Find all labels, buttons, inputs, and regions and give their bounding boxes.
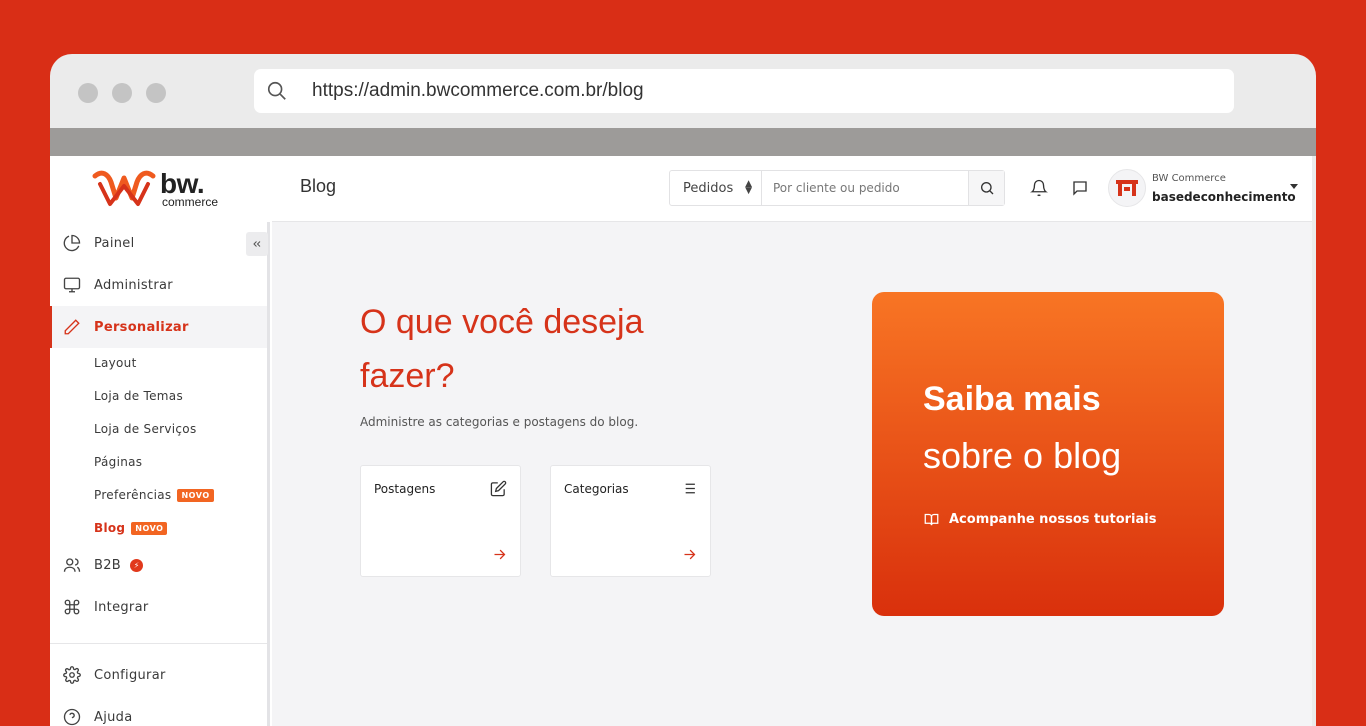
arrow-right-icon[interactable]: [492, 547, 507, 562]
active-indicator: [50, 306, 52, 348]
search-icon: [267, 81, 286, 100]
sidebar-item-label: B2B: [94, 557, 122, 573]
avatar[interactable]: [1108, 169, 1146, 207]
card-title: Postagens: [374, 482, 436, 496]
sidebar-scroll-edge: [267, 222, 270, 726]
user-name[interactable]: basedeconhecimento: [1152, 190, 1296, 204]
sidebar-item-label: Configurar: [94, 667, 166, 683]
caret-down-icon[interactable]: [1290, 184, 1298, 189]
sidebar-subitem-label: Preferências: [94, 488, 172, 502]
sidebar-subitem-label: Layout: [94, 356, 137, 370]
search-icon: [980, 182, 993, 195]
sidebar-item-label: Integrar: [94, 599, 149, 615]
new-badge: NOVO: [177, 488, 214, 502]
tutorials-link-label: Acompanhe nossos tutoriais: [949, 512, 1157, 527]
sidebar-item-personalizar[interactable]: Personalizar: [50, 306, 267, 348]
logo-tagline: commerce: [162, 195, 219, 209]
new-badge: NOVO: [131, 521, 168, 535]
sidebar-item-administrar[interactable]: Administrar: [50, 264, 267, 306]
subtitle: Administre as categorias e postagens do …: [360, 415, 639, 429]
sidebar-item-label: Ajuda: [94, 709, 133, 725]
lightning-icon: ⚡: [130, 558, 143, 572]
sidebar-item-ajuda[interactable]: Ajuda: [50, 696, 267, 726]
promo-title-bold: Saiba mais: [923, 380, 1101, 418]
sidebar-subitem-paginas[interactable]: Páginas: [94, 455, 142, 469]
search-type-select[interactable]: Pedidos ▲ ▼: [670, 171, 762, 205]
arrow-right-icon[interactable]: [682, 547, 697, 562]
search-button[interactable]: [968, 171, 1004, 205]
search-input[interactable]: [763, 171, 969, 205]
pie-chart-icon: [63, 234, 81, 252]
browser-window: https://admin.bwcommerce.com.br/blog bw.…: [50, 54, 1316, 726]
list-icon: [682, 483, 695, 494]
card-title: Categorias: [564, 482, 629, 496]
address-bar[interactable]: https://admin.bwcommerce.com.br/blog: [254, 69, 1234, 113]
gear-icon: [63, 666, 81, 684]
card-categorias[interactable]: Categorias: [550, 465, 711, 577]
select-caret-icon: ▲ ▼: [745, 179, 752, 196]
sidebar-divider: [50, 643, 267, 644]
headline: O que você deseja fazer?: [360, 303, 644, 395]
main-content: O que você deseja fazer? Administre as c…: [272, 223, 1312, 726]
admin-app: bw. commerce Painel Administrar Personal…: [50, 156, 1312, 726]
sidebar-subitem-preferencias[interactable]: Preferências NOVO: [94, 488, 214, 502]
book-open-icon: [924, 513, 939, 526]
tutorials-link[interactable]: Acompanhe nossos tutoriais: [923, 512, 1156, 527]
pencil-icon: [64, 319, 80, 335]
sidebar-item-painel[interactable]: Painel: [50, 222, 267, 264]
window-minimize-dot[interactable]: [112, 83, 132, 103]
sidebar-item-integrar[interactable]: Integrar: [50, 586, 267, 628]
card-postagens[interactable]: Postagens: [360, 465, 521, 577]
window-controls: [78, 83, 166, 103]
edit-icon: [490, 480, 507, 497]
user-company: BW Commerce: [1152, 173, 1226, 184]
browser-toolbar-strip: [50, 128, 1316, 156]
bell-icon[interactable]: [1030, 179, 1048, 197]
monitor-icon: [63, 277, 81, 293]
bw-logo-mark-icon: [92, 170, 156, 206]
topbar: Blog Pedidos ▲ ▼ Por cliente ou pedido B…: [272, 156, 1312, 222]
help-circle-icon: [63, 708, 81, 726]
sidebar-item-configurar[interactable]: Configurar: [50, 654, 267, 696]
sidebar-item-label: Painel: [94, 235, 135, 251]
sidebar-item-label: Personalizar: [94, 319, 189, 335]
store-icon: [1116, 180, 1138, 196]
sidebar-subitem-label: Loja de Temas: [94, 389, 184, 403]
sidebar-subitem-blog[interactable]: Blog NOVO: [94, 521, 168, 535]
window-close-dot[interactable]: [78, 83, 98, 103]
sidebar: bw. commerce Painel Administrar Personal…: [50, 156, 272, 726]
blog-promo-card: Saiba mais sobre o blog Acompanhe nossos…: [872, 292, 1224, 616]
users-icon: [63, 558, 81, 572]
url-text[interactable]: https://admin.bwcommerce.com.br/blog: [312, 80, 644, 102]
sidebar-subitem-layout[interactable]: Layout: [94, 356, 137, 370]
sidebar-subitem-label: Páginas: [94, 455, 143, 469]
promo-title-regular: sobre o blog: [923, 435, 1122, 476]
window-maximize-dot[interactable]: [146, 83, 166, 103]
search-type-value: Pedidos: [683, 180, 734, 196]
sidebar-item-label: Administrar: [94, 277, 173, 293]
page-title: Blog: [300, 176, 337, 196]
order-search: Pedidos ▲ ▼: [669, 170, 1005, 206]
sidebar-subitem-loja-de-servicos[interactable]: Loja de Serviços: [94, 422, 197, 436]
command-icon: [64, 599, 80, 615]
chat-icon[interactable]: [1071, 179, 1089, 197]
sidebar-subitem-label: Blog: [94, 521, 126, 535]
sidebar-subitem-label: Loja de Serviços: [94, 422, 197, 436]
sidebar-item-b2b[interactable]: B2B ⚡: [50, 544, 267, 586]
sidebar-subitem-loja-de-temas[interactable]: Loja de Temas: [94, 389, 183, 403]
bw-commerce-logo[interactable]: bw. commerce: [92, 168, 242, 212]
